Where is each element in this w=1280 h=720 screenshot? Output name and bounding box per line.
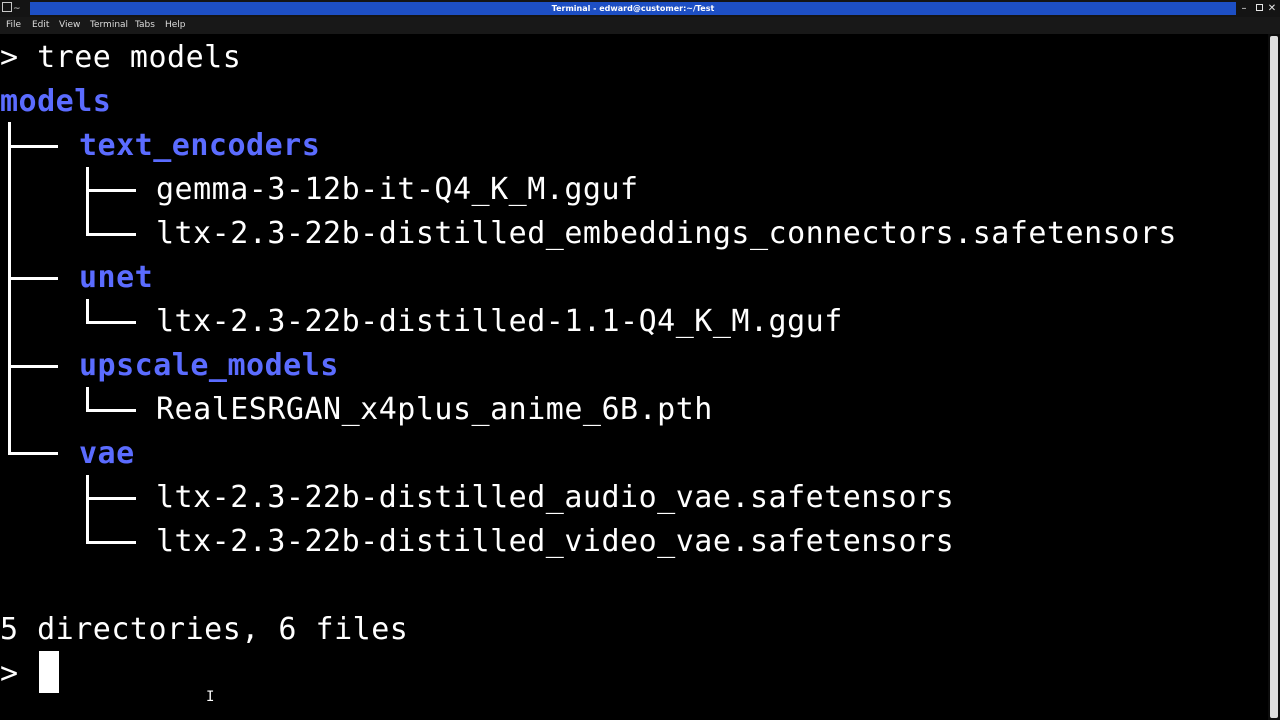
tree-branch-line <box>86 497 136 500</box>
tree-branch-line <box>8 277 58 280</box>
terminal-output[interactable]: > tree models models text_encoders gemma… <box>0 34 1268 720</box>
scrollbar[interactable] <box>1268 34 1280 720</box>
tree-dir-unet: unet <box>79 260 154 295</box>
tree-file: ltx-2.3-22b-distilled_embeddings_connect… <box>156 216 1177 251</box>
tree-file: ltx-2.3-22b-distilled-1.1-Q4_K_M.gguf <box>156 304 843 339</box>
tree-branch-line <box>8 365 58 368</box>
prompt-symbol: > <box>0 656 19 691</box>
tree-summary: 5 directories, 6 files <box>0 612 409 647</box>
command-text: tree models <box>37 40 242 75</box>
tree-trunk-line <box>86 299 89 322</box>
tree-root: models <box>0 84 112 119</box>
maximize-button[interactable] <box>1253 2 1265 15</box>
tree-branch-line <box>86 409 136 412</box>
tree-branch-line <box>8 452 58 455</box>
tree-trunk-line <box>86 167 89 235</box>
menu-view[interactable]: View <box>58 17 81 34</box>
prompt-symbol: > <box>0 40 19 75</box>
close-icon: ✕ <box>1267 3 1277 14</box>
menu-bar: File Edit View Terminal Tabs Help <box>0 17 1280 34</box>
tree-file: gemma-3-12b-it-Q4_K_M.gguf <box>156 172 639 207</box>
close-button[interactable]: ✕ <box>1266 2 1278 15</box>
scrollbar-thumb[interactable] <box>1270 36 1278 718</box>
tree-branch-line <box>86 189 136 192</box>
tree-dir-text-encoders: text_encoders <box>79 128 321 163</box>
menu-tabs[interactable]: Tabs <box>134 17 156 34</box>
maximize-icon <box>1255 4 1263 11</box>
terminal-icon[interactable]: ~ <box>2 2 24 15</box>
tree-branch-line <box>8 145 58 148</box>
tree-dir-upscale-models: upscale_models <box>79 348 339 383</box>
menu-file[interactable]: File <box>5 17 22 34</box>
tree-trunk-line <box>8 122 11 454</box>
tree-branch-line <box>86 541 136 544</box>
window-title: Terminal - edward@customer:~/Test <box>30 2 1236 15</box>
prompt-line: > <box>0 652 1268 696</box>
menu-terminal[interactable]: Terminal <box>89 17 129 34</box>
text-ibeam-icon: I <box>206 689 215 705</box>
text-cursor <box>39 651 59 693</box>
tree-file: RealESRGAN_x4plus_anime_6B.pth <box>156 392 713 427</box>
tree-file: ltx-2.3-22b-distilled_video_vae.safetens… <box>156 524 955 559</box>
tree-dir-vae: vae <box>79 436 135 471</box>
minimize-button[interactable]: – <box>1238 2 1250 15</box>
tree-branch-line <box>86 233 136 236</box>
terminal-icon-glyph: ~ <box>13 4 21 14</box>
tree-trunk-line <box>86 475 89 543</box>
command-line: > tree models <box>0 36 1268 80</box>
tree-branch-line <box>86 321 136 324</box>
terminal-icon-box <box>2 2 12 12</box>
tree-trunk-line <box>86 387 89 410</box>
menu-edit[interactable]: Edit <box>31 17 50 34</box>
menu-help[interactable]: Help <box>164 17 187 34</box>
minimize-icon: – <box>1241 3 1247 14</box>
window-titlebar[interactable]: ~ Terminal - edward@customer:~/Test – ✕ <box>0 0 1280 17</box>
tree-file: ltx-2.3-22b-distilled_audio_vae.safetens… <box>156 480 955 515</box>
